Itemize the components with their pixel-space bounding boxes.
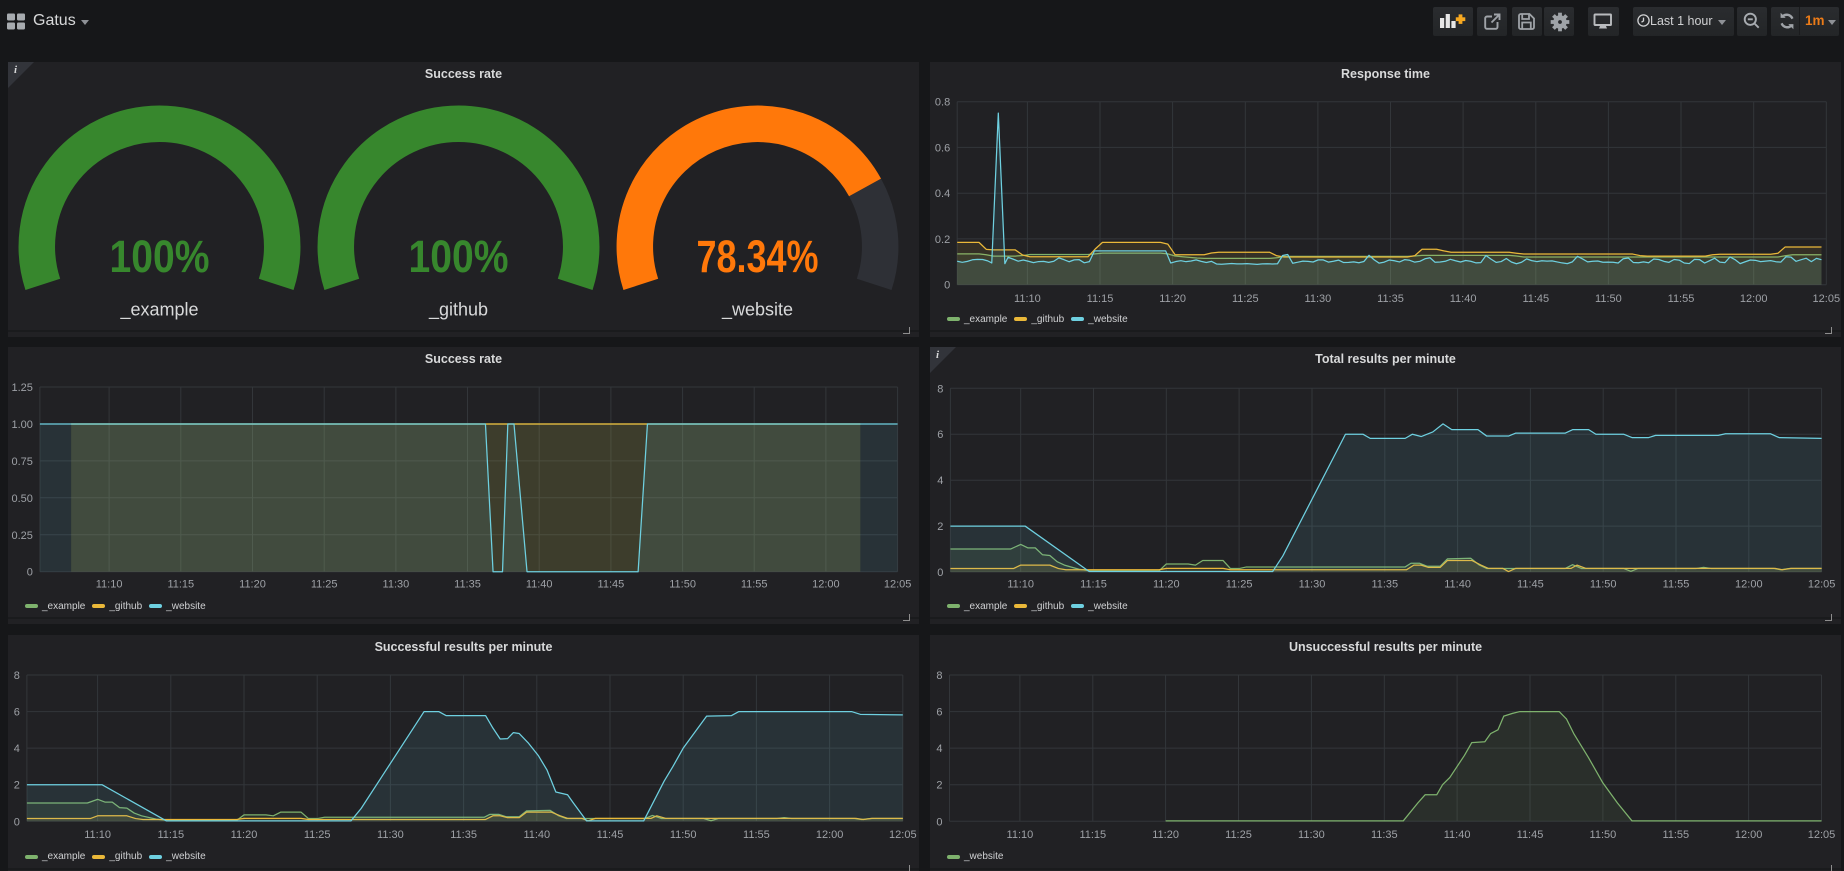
svg-text:12:05: 12:05 (1813, 293, 1841, 305)
svg-text:8: 8 (937, 383, 943, 395)
svg-text:0.75: 0.75 (11, 456, 32, 468)
svg-text:11:40: 11:40 (1444, 829, 1471, 841)
svg-text:_example: _example (119, 300, 198, 321)
svg-text:2: 2 (936, 780, 942, 792)
svg-text:0: 0 (27, 567, 33, 579)
svg-text:11:50: 11:50 (1590, 578, 1617, 590)
svg-text:12:05: 12:05 (1808, 829, 1836, 841)
svg-text:11:10: 11:10 (1014, 293, 1041, 305)
svg-text:11:50: 11:50 (670, 829, 697, 841)
svg-text:0.8: 0.8 (935, 97, 950, 109)
svg-text:12:00: 12:00 (1740, 293, 1768, 305)
svg-text:11:25: 11:25 (1226, 578, 1253, 590)
svg-text:12:00: 12:00 (816, 829, 844, 841)
svg-text:11:20: 11:20 (1153, 578, 1180, 590)
svg-text:11:35: 11:35 (454, 578, 481, 590)
svg-text:11:20: 11:20 (231, 829, 258, 841)
svg-text:8: 8 (936, 670, 942, 682)
svg-text:0.2: 0.2 (935, 234, 950, 246)
svg-text:0: 0 (944, 280, 950, 292)
svg-text:100%: 100% (110, 231, 210, 282)
svg-text:100%: 100% (409, 231, 509, 282)
svg-text:0.4: 0.4 (935, 188, 950, 200)
svg-text:11:20: 11:20 (1152, 829, 1179, 841)
svg-text:11:40: 11:40 (1450, 293, 1477, 305)
svg-text:11:30: 11:30 (1299, 578, 1326, 590)
svg-text:4: 4 (937, 475, 943, 487)
svg-text:11:30: 11:30 (377, 829, 404, 841)
svg-text:11:25: 11:25 (1232, 293, 1259, 305)
svg-text:11:50: 11:50 (669, 578, 696, 590)
svg-text:8: 8 (14, 670, 20, 682)
svg-text:0: 0 (14, 816, 20, 828)
svg-text:11:40: 11:40 (526, 578, 553, 590)
svg-text:11:35: 11:35 (450, 829, 477, 841)
svg-text:11:30: 11:30 (1305, 293, 1332, 305)
svg-text:6: 6 (937, 429, 943, 441)
svg-text:_website: _website (721, 300, 793, 321)
svg-text:11:35: 11:35 (1371, 829, 1398, 841)
svg-text:11:15: 11:15 (157, 829, 184, 841)
svg-text:11:40: 11:40 (1444, 578, 1471, 590)
svg-text:12:00: 12:00 (1735, 829, 1763, 841)
svg-text:11:45: 11:45 (1522, 293, 1549, 305)
svg-text:11:25: 11:25 (1225, 829, 1252, 841)
svg-text:12:05: 12:05 (884, 578, 912, 590)
svg-text:11:30: 11:30 (1298, 829, 1325, 841)
svg-text:11:10: 11:10 (1007, 578, 1034, 590)
svg-text:4: 4 (936, 743, 942, 755)
svg-text:11:30: 11:30 (383, 578, 410, 590)
svg-text:0.25: 0.25 (11, 530, 32, 542)
svg-text:6: 6 (936, 707, 942, 719)
svg-text:11:10: 11:10 (96, 578, 123, 590)
svg-text:11:50: 11:50 (1590, 829, 1617, 841)
svg-text:11:45: 11:45 (1517, 829, 1544, 841)
svg-text:11:20: 11:20 (1159, 293, 1186, 305)
svg-text:_github: _github (428, 300, 488, 321)
svg-text:11:10: 11:10 (84, 829, 111, 841)
svg-text:11:45: 11:45 (1517, 578, 1544, 590)
svg-text:4: 4 (14, 743, 20, 755)
svg-text:11:15: 11:15 (1087, 293, 1114, 305)
svg-text:11:55: 11:55 (1668, 293, 1695, 305)
svg-text:12:00: 12:00 (812, 578, 840, 590)
svg-text:11:55: 11:55 (743, 829, 770, 841)
svg-text:11:55: 11:55 (1662, 829, 1689, 841)
svg-text:11:55: 11:55 (741, 578, 768, 590)
svg-text:1.00: 1.00 (11, 419, 32, 431)
svg-text:11:15: 11:15 (167, 578, 194, 590)
svg-text:1.25: 1.25 (11, 382, 32, 394)
svg-text:78.34%: 78.34% (697, 231, 819, 282)
svg-text:11:15: 11:15 (1079, 829, 1106, 841)
svg-text:11:25: 11:25 (311, 578, 338, 590)
svg-text:11:35: 11:35 (1371, 578, 1398, 590)
svg-text:2: 2 (14, 780, 20, 792)
svg-text:2: 2 (937, 521, 943, 533)
svg-text:11:35: 11:35 (1377, 293, 1404, 305)
svg-text:12:05: 12:05 (1808, 578, 1836, 590)
svg-text:0: 0 (936, 816, 942, 828)
svg-text:11:45: 11:45 (598, 578, 625, 590)
svg-text:6: 6 (14, 707, 20, 719)
svg-text:11:15: 11:15 (1080, 578, 1107, 590)
svg-text:11:25: 11:25 (304, 829, 331, 841)
svg-text:12:00: 12:00 (1735, 578, 1763, 590)
svg-text:11:20: 11:20 (239, 578, 266, 590)
svg-text:11:40: 11:40 (523, 829, 550, 841)
svg-text:12:05: 12:05 (889, 829, 917, 841)
svg-text:11:55: 11:55 (1663, 578, 1690, 590)
svg-text:11:10: 11:10 (1007, 829, 1034, 841)
svg-text:0.6: 0.6 (935, 142, 950, 154)
svg-text:11:45: 11:45 (597, 829, 624, 841)
svg-text:0: 0 (937, 567, 943, 579)
svg-text:0.50: 0.50 (11, 493, 32, 505)
svg-text:11:50: 11:50 (1595, 293, 1622, 305)
